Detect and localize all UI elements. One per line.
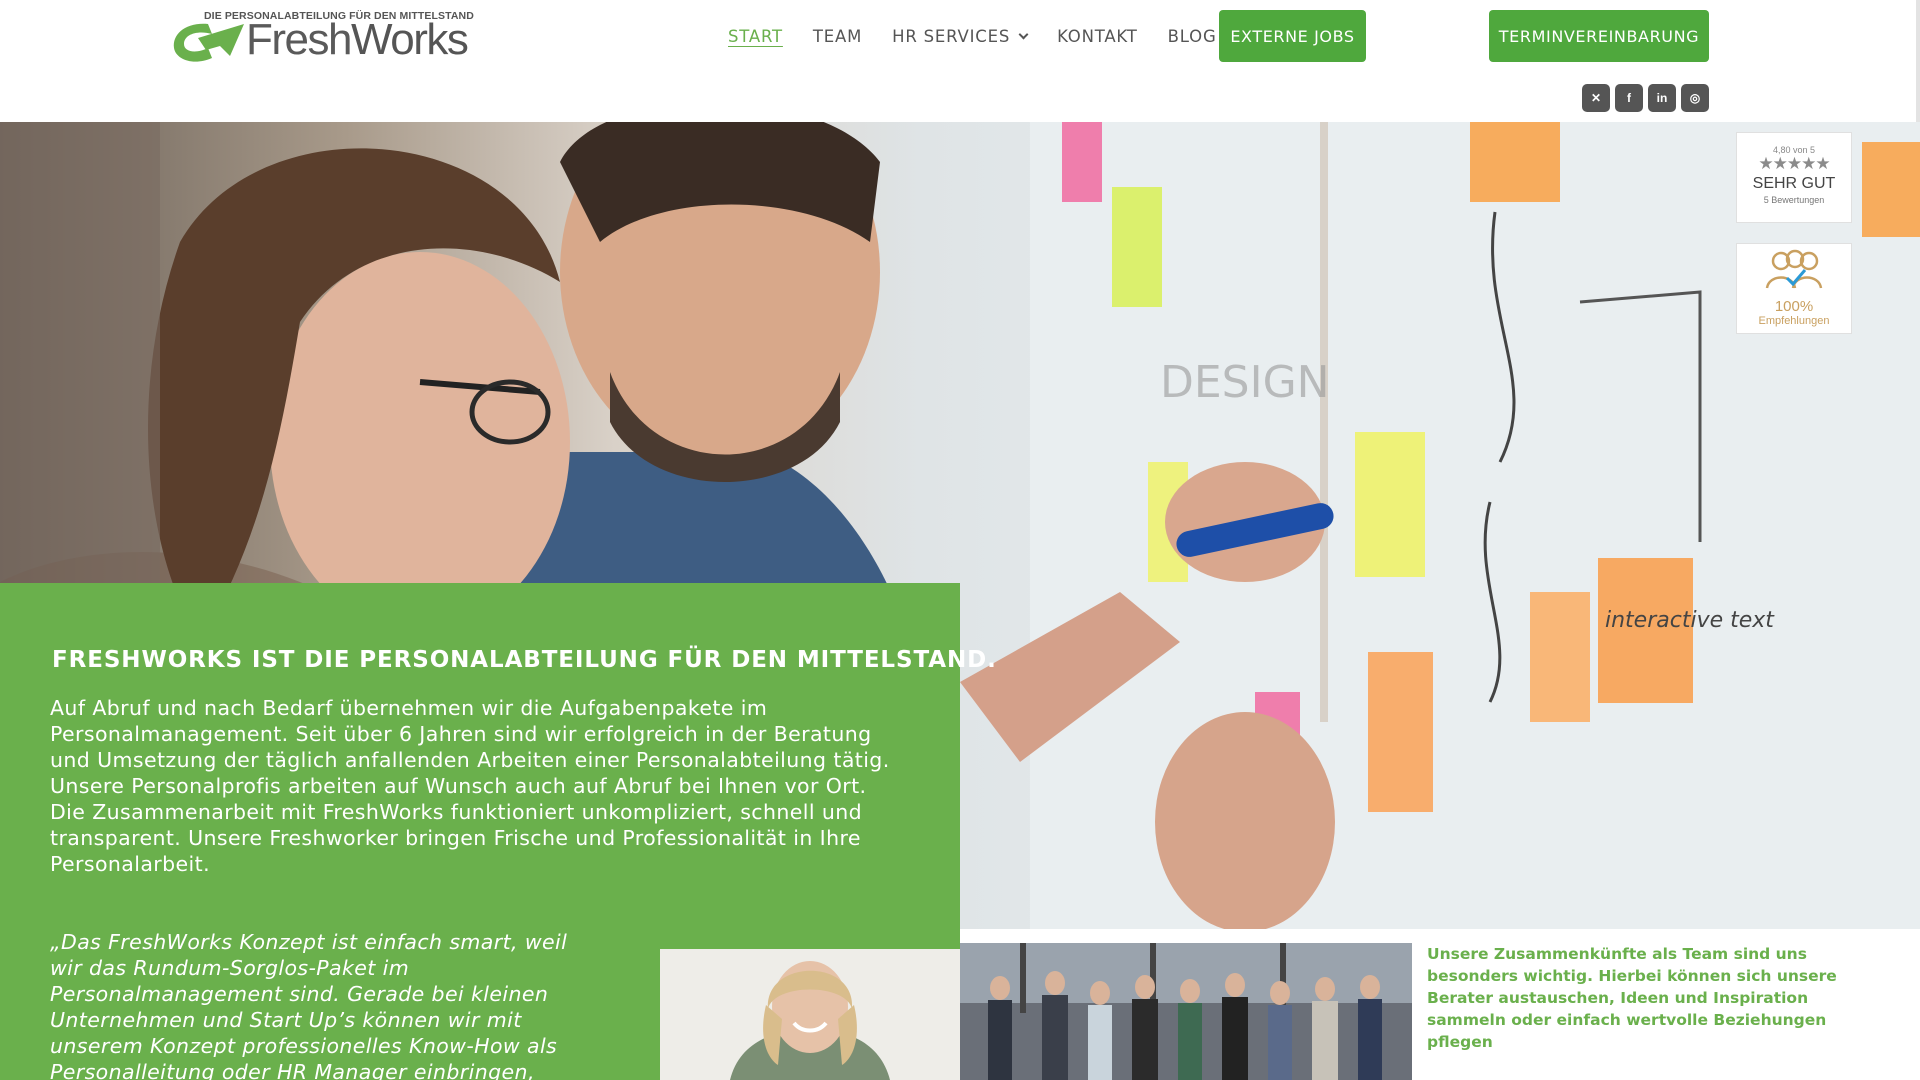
- terminvereinbarung-button[interactable]: TERMINVEREINBARUNG: [1489, 10, 1709, 62]
- logo-swoosh-icon: [173, 23, 244, 62]
- main-nav: START TEAM HR SERVICES KONTAKT BLOG: [728, 10, 1247, 62]
- nav-item-hr-services[interactable]: HR SERVICES: [892, 26, 1029, 46]
- whiteboard-word: DESIGN: [1160, 357, 1330, 408]
- chevron-down-icon: [1018, 29, 1029, 39]
- recommendation-badge[interactable]: 100% Empfehlungen: [1736, 243, 1852, 334]
- intro-title: FRESHWORKS IST DIE PERSONALABTEILUNG FÜR…: [52, 647, 997, 673]
- nav-item-blog[interactable]: BLOG: [1168, 27, 1217, 46]
- freshworks-logo[interactable]: DIE PERSONALABTEILUNG FÜR DEN MITTELSTAN…: [168, 10, 474, 66]
- logo-wordmark: FreshWorks: [246, 15, 469, 64]
- rating-count: 5 Bewertungen: [1763, 195, 1825, 205]
- intro-text: Auf Abruf und nach Bedarf übernehmen wir…: [50, 696, 890, 876]
- rating-stars-icon: ★★★★★: [1758, 154, 1830, 174]
- social-links: ✕ f in ◎: [1582, 84, 1709, 112]
- team-text: Unsere Zusammenkünfte als Team sind uns …: [1427, 945, 1837, 1051]
- sticky-note-text: interactive text: [1605, 608, 1775, 633]
- nav-item-hr-services-label: HR SERVICES: [892, 26, 1011, 46]
- page-scrollbar[interactable]: [1916, 0, 1920, 122]
- externe-jobs-button[interactable]: EXTERNE JOBS: [1219, 10, 1366, 62]
- intro-panel: FRESHWORKS IST DIE PERSONALABTEILUNG FÜR…: [0, 583, 996, 1080]
- nav-item-team[interactable]: TEAM: [813, 27, 862, 46]
- site-header: DIE PERSONALABTEILUNG FÜR DEN MITTELSTAN…: [0, 0, 1920, 122]
- facebook-icon[interactable]: f: [1615, 84, 1643, 112]
- xing-icon[interactable]: ✕: [1582, 84, 1610, 112]
- rating-verdict: SEHR GUT: [1752, 175, 1836, 192]
- instagram-icon[interactable]: ◎: [1681, 84, 1709, 112]
- rating-badge[interactable]: 4,80 von 5 ★★★★★ SEHR GUT 5 Bewertungen: [1736, 132, 1852, 223]
- recommendation-percent: 100%: [1774, 298, 1814, 315]
- team-photo: [960, 943, 1412, 1080]
- recommendation-label: Empfehlungen: [1758, 315, 1830, 327]
- people-check-icon: [1765, 249, 1823, 289]
- intro-quote: „Das FreshWorks Konzept ist einfach smar…: [50, 930, 568, 1080]
- nav-item-kontakt[interactable]: KONTAKT: [1057, 27, 1138, 46]
- consultant-portrait: [660, 949, 960, 1080]
- nav-item-start[interactable]: START: [728, 27, 783, 46]
- linkedin-icon[interactable]: in: [1648, 84, 1676, 112]
